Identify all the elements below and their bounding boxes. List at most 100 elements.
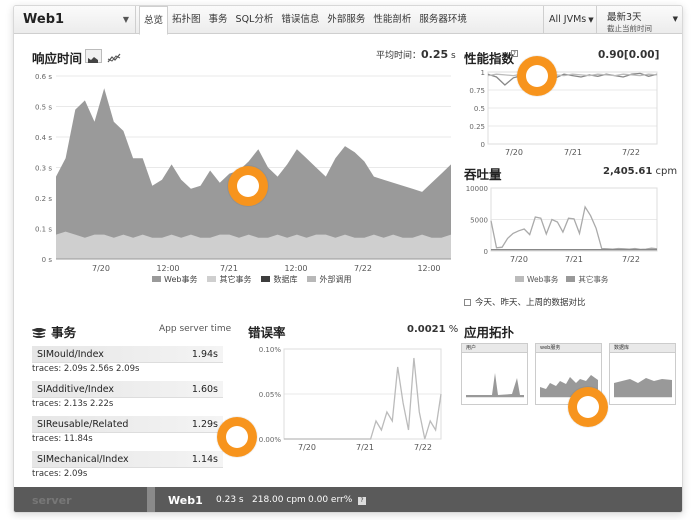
topology-card-label: 用户 xyxy=(462,344,527,353)
app-window: Web1 ▼ 总览 拓扑图 事务 SQL分析 错误信息 外部服务 性能剖析 服务器环境 All… xyxy=(13,5,683,513)
area-chart-toggle[interactable] xyxy=(85,49,102,63)
y-tick-label: 5000 xyxy=(470,217,488,225)
area-chart-icon xyxy=(88,57,98,63)
transaction-traces[interactable]: traces: 2.09s xyxy=(32,469,87,479)
throughput-title: 吞吐量 xyxy=(464,167,502,182)
legend-item[interactable]: 数据库 xyxy=(261,274,297,285)
legend-item[interactable]: 其它事务 xyxy=(566,274,608,285)
x-tick-label: 12:00 xyxy=(417,264,440,273)
legend-swatch xyxy=(566,276,576,282)
y-tick-label: 0.5 s xyxy=(35,104,52,112)
error-rate-value-wrap: 0.0021 % xyxy=(407,324,458,335)
x-tick-label: 7/21 xyxy=(356,443,374,452)
legend-swatch xyxy=(515,276,524,282)
time-range-selector[interactable]: 最新3天 截止当前时间 ▼ xyxy=(596,6,682,34)
throughput-unit: cpm xyxy=(655,166,678,177)
topology-card[interactable]: 数据库 xyxy=(609,343,676,405)
server-label: server xyxy=(32,494,72,507)
topology-mini-chart xyxy=(466,373,524,398)
tab-6[interactable]: 性能剖析 xyxy=(369,6,415,34)
transaction-item[interactable]: SIReusable/Related 1.29s xyxy=(32,416,223,433)
y-tick-label: 1 xyxy=(481,69,485,77)
series-line xyxy=(490,205,658,251)
y-tick-label: 0.6 s xyxy=(35,73,52,81)
line-chart-toggle[interactable] xyxy=(107,49,124,63)
tab-1[interactable]: 拓扑图 xyxy=(168,6,205,34)
transaction-item[interactable]: SIMould/Index 1.94s xyxy=(32,346,223,363)
transaction-traces[interactable]: traces: 11.84s xyxy=(32,434,93,444)
y-tick-label: 0.5 xyxy=(474,105,485,113)
transaction-item[interactable]: SIMechanical/Index 1.14s xyxy=(32,451,223,468)
throughput-value: 2,405.61 xyxy=(603,166,653,177)
x-tick-label: 7/20 xyxy=(92,264,110,273)
legend-item[interactable]: 外部调用 xyxy=(307,274,351,285)
legend-item[interactable]: 其它事务 xyxy=(207,274,251,285)
topology-card[interactable]: 用户 xyxy=(461,343,528,405)
y-tick-label: 10000 xyxy=(466,185,488,193)
app-selector[interactable]: Web1 ▼ xyxy=(14,6,136,34)
tab-2[interactable]: 事务 xyxy=(205,6,232,34)
transactions-title: 事务 xyxy=(51,325,77,340)
transactions-header: 事务 xyxy=(30,322,77,341)
response-time-legend: Web事务 其它事务 数据库 外部调用 xyxy=(152,274,351,285)
x-tick-label: 7/21 xyxy=(565,255,583,262)
series-line xyxy=(284,357,442,440)
compare-checkbox[interactable] xyxy=(464,299,471,306)
jvm-selector[interactable]: All JVMs ▼ xyxy=(543,6,596,34)
x-tick-label: 12:00 xyxy=(156,264,179,273)
error-rate-value: 0.0021 xyxy=(407,324,446,335)
legend-item[interactable]: Web事务 xyxy=(515,274,558,285)
legend-swatch xyxy=(261,276,271,282)
transaction-traces[interactable]: traces: 2.13s 2.22s xyxy=(32,399,113,409)
highlight-marker xyxy=(568,387,608,427)
topology-title: 应用拓扑 xyxy=(464,325,515,340)
jvm-label: All JVMs xyxy=(549,14,587,25)
status-divider xyxy=(147,487,155,512)
status-app[interactable]: Web1 xyxy=(168,487,203,512)
tab-5[interactable]: 外部服务 xyxy=(323,6,369,34)
avg-time-value: 0.25 xyxy=(421,48,449,61)
transaction-traces[interactable]: traces: 2.09s 2.56s 2.09s xyxy=(32,364,139,374)
legend-item[interactable]: Web事务 xyxy=(152,274,197,285)
line-chart-icon xyxy=(107,53,121,63)
y-tick-label: 0.2 s xyxy=(35,195,52,203)
apdex-value: 0.90[0.00] xyxy=(598,49,660,61)
x-tick-label: 12:00 xyxy=(284,264,307,273)
x-tick-label: 7/22 xyxy=(622,255,640,262)
tab-3[interactable]: SQL分析 xyxy=(232,6,278,34)
status-cpm-value: 218.00 xyxy=(252,495,284,505)
x-tick-label: 7/21 xyxy=(220,264,238,273)
y-tick-label: 0.00% xyxy=(259,436,282,444)
x-tick-label: 7/21 xyxy=(564,148,582,157)
y-tick-label: 0.1 s xyxy=(35,226,52,234)
legend-swatch xyxy=(307,276,317,282)
x-tick-label: 7/22 xyxy=(354,264,372,273)
compare-checkbox-row[interactable]: 今天、昨天、上周的数据对比 xyxy=(464,296,586,308)
x-tick-label: 7/22 xyxy=(622,148,640,157)
transaction-item[interactable]: SIAdditive/Index 1.60s xyxy=(32,381,223,398)
y-tick-label: 0.05% xyxy=(259,391,282,399)
topology-card-label: web服务 xyxy=(536,344,601,353)
y-tick-label: 0.75 xyxy=(469,87,485,95)
stack-icon xyxy=(30,327,48,339)
status-err-value: 0.00 xyxy=(308,495,329,505)
avg-time-unit: s xyxy=(451,51,456,61)
transaction-name: SIAdditive/Index xyxy=(37,384,115,395)
legend-label: 其它事务 xyxy=(578,275,609,284)
tab-7[interactable]: 服务器环境 xyxy=(415,6,471,34)
tab-0[interactable]: 总览 xyxy=(139,6,169,35)
status-cpm-unit: cpm xyxy=(286,495,306,505)
y-tick-label: 0.4 s xyxy=(35,134,52,142)
x-tick-label: 7/20 xyxy=(505,148,523,157)
status-cpm: 218.00 cpm xyxy=(252,487,306,512)
legend-label: 数据库 xyxy=(273,275,298,284)
top-nav: Web1 ▼ 总览 拓扑图 事务 SQL分析 错误信息 外部服务 性能剖析 服务器环境 All… xyxy=(14,6,682,35)
y-tick-label: 0 xyxy=(481,141,485,149)
info-icon[interactable]: ? xyxy=(511,50,518,57)
info-icon[interactable]: ? xyxy=(358,497,366,505)
transaction-name: SIMechanical/Index xyxy=(37,454,129,465)
topology-mini-chart xyxy=(614,378,672,398)
chevron-down-icon: ▼ xyxy=(672,15,678,23)
avg-time: 平均时间：0.25 s xyxy=(376,48,456,61)
tab-4[interactable]: 错误信息 xyxy=(277,6,323,34)
